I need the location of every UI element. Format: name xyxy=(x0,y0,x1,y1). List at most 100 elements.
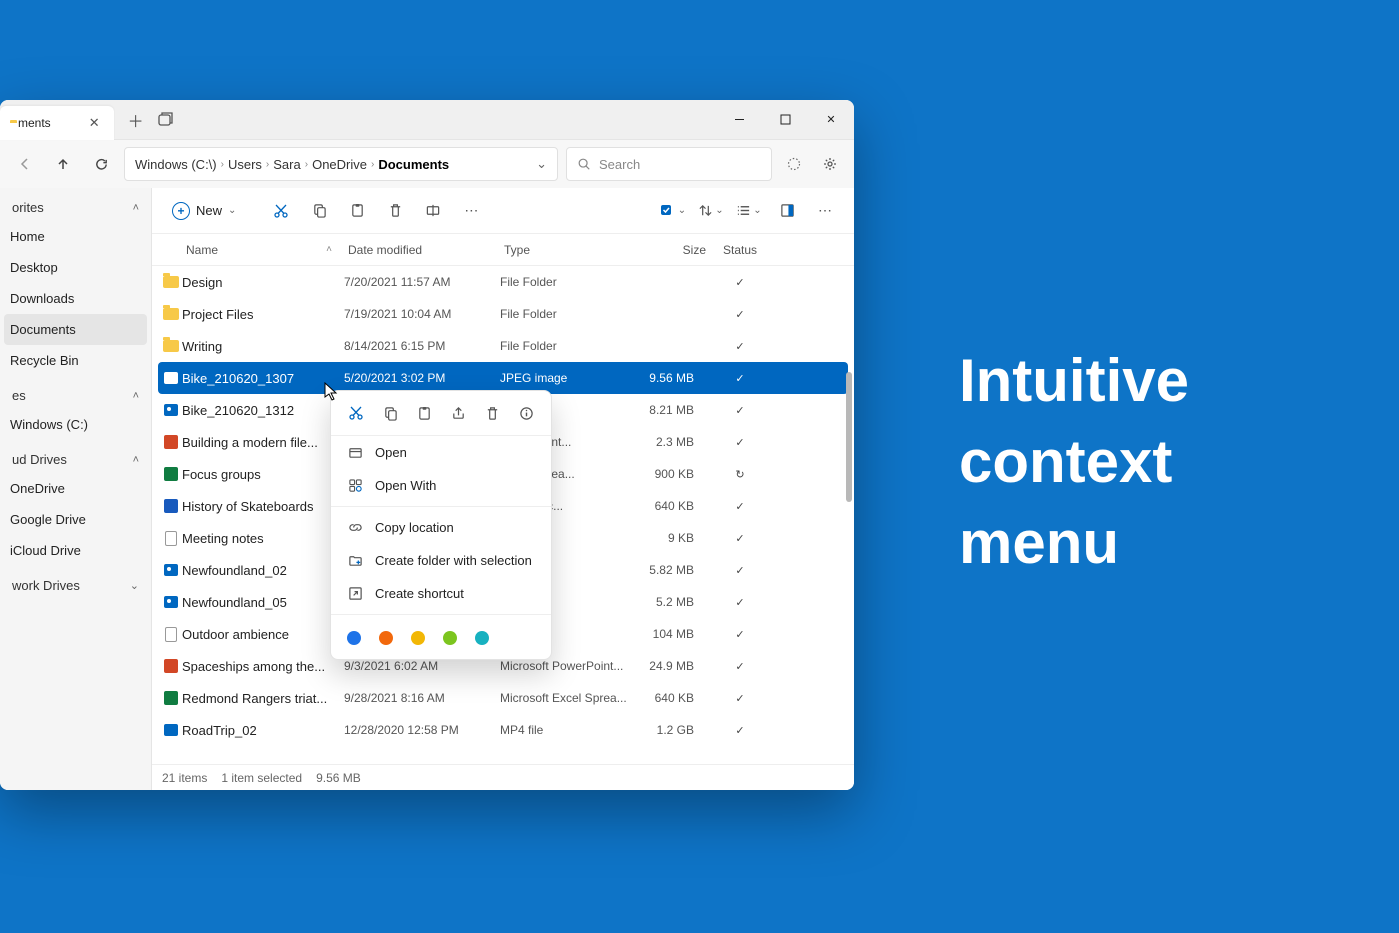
col-size[interactable]: Size xyxy=(630,243,710,257)
sidebar-item[interactable]: OneDrive xyxy=(0,473,151,504)
file-date: 8/14/2021 6:15 PM xyxy=(344,339,500,353)
chevron-down-icon[interactable]: ⌄ xyxy=(536,156,547,172)
col-date[interactable]: Date modified xyxy=(344,243,500,257)
copy-icon[interactable] xyxy=(376,401,404,425)
file-status: ✓ xyxy=(710,564,770,577)
file-size: 640 KB xyxy=(630,691,710,705)
status-size: 9.56 MB xyxy=(316,771,361,785)
tab-overview-icon[interactable] xyxy=(158,112,173,127)
file-date: 7/20/2021 11:57 AM xyxy=(344,275,500,289)
cut-button[interactable] xyxy=(264,194,298,228)
breadcrumb-seg[interactable]: OneDrive xyxy=(312,157,367,172)
file-name: Bike_210620_1307 xyxy=(182,371,344,386)
breadcrumb-seg[interactable]: Users xyxy=(228,157,262,172)
col-type[interactable]: Type xyxy=(500,243,630,257)
sidebar-group-header[interactable]: es˄ xyxy=(0,382,151,409)
file-type: MP4 file xyxy=(500,723,630,737)
breadcrumb[interactable]: Windows (C:\)› Users› Sara› OneDrive› Do… xyxy=(124,147,558,181)
col-status[interactable]: Status xyxy=(710,243,770,257)
new-button[interactable]: + New ⌄ xyxy=(164,198,244,224)
sidebar-item[interactable]: Windows (C:) xyxy=(0,409,151,440)
delete-icon[interactable] xyxy=(478,401,506,425)
breadcrumb-seg[interactable]: Sara xyxy=(273,157,300,172)
sidebar-item[interactable]: Google Drive xyxy=(0,504,151,535)
context-item[interactable]: Copy location xyxy=(331,511,551,544)
tab-documents[interactable]: ments ✕ xyxy=(0,106,114,140)
rename-button[interactable] xyxy=(416,194,450,228)
file-row[interactable]: Design7/20/2021 11:57 AMFile Folder✓ xyxy=(152,266,854,298)
file-date: 5/20/2021 3:02 PM xyxy=(344,371,500,385)
refresh-button[interactable] xyxy=(86,149,116,179)
separator xyxy=(331,614,551,615)
file-size: 24.9 MB xyxy=(630,659,710,673)
sort-button[interactable]: ⌄ xyxy=(694,194,728,228)
context-item[interactable]: Create folder with selection xyxy=(331,544,551,577)
delete-button[interactable] xyxy=(378,194,412,228)
sidebar-group-header[interactable]: work Drives⌄ xyxy=(0,572,151,599)
sync-icon[interactable] xyxy=(780,150,808,178)
view-button[interactable]: ⌄ xyxy=(732,194,766,228)
sidebar-item[interactable]: Documents xyxy=(4,314,147,345)
file-size: 9 KB xyxy=(630,531,710,545)
sidebar-group-header[interactable]: ud Drives˄ xyxy=(0,446,151,473)
context-item[interactable]: Open xyxy=(331,436,551,469)
cut-icon[interactable] xyxy=(342,401,370,425)
color-tag[interactable] xyxy=(443,631,457,645)
color-tag[interactable] xyxy=(411,631,425,645)
preview-pane-button[interactable] xyxy=(770,194,804,228)
file-type-icon xyxy=(160,659,182,673)
sidebar-item[interactable]: Desktop xyxy=(0,252,151,283)
color-tag[interactable] xyxy=(347,631,361,645)
copy-button[interactable] xyxy=(302,194,336,228)
overflow-button[interactable]: ⋯ xyxy=(808,194,842,228)
breadcrumb-seg-current[interactable]: Documents xyxy=(378,157,449,172)
select-mode-button[interactable]: ⌄ xyxy=(656,194,690,228)
file-type-icon xyxy=(160,564,182,576)
sidebar-item[interactable]: Home xyxy=(0,221,151,252)
info-icon[interactable] xyxy=(512,401,540,425)
settings-icon[interactable] xyxy=(816,150,844,178)
file-date: 9/3/2021 6:02 AM xyxy=(344,659,500,673)
file-name: Outdoor ambience xyxy=(182,627,344,642)
file-row[interactable]: Writing8/14/2021 6:15 PMFile Folder✓ xyxy=(152,330,854,362)
paste-icon[interactable] xyxy=(410,401,438,425)
color-tag[interactable] xyxy=(379,631,393,645)
maximize-button[interactable] xyxy=(762,100,808,140)
sidebar-group-header[interactable]: orites˄ xyxy=(0,194,151,221)
file-status: ✓ xyxy=(710,276,770,289)
sidebar-item[interactable]: iCloud Drive xyxy=(0,535,151,566)
file-type-icon xyxy=(160,691,182,705)
scrollbar[interactable] xyxy=(846,372,852,502)
color-tags xyxy=(331,619,551,657)
file-name: Bike_210620_1312 xyxy=(182,403,344,418)
breadcrumb-seg[interactable]: Windows (C:\) xyxy=(135,157,217,172)
paste-button[interactable] xyxy=(340,194,374,228)
sort-indicator-icon: ˄ xyxy=(326,244,332,255)
close-tab-icon[interactable]: ✕ xyxy=(89,115,100,131)
share-icon[interactable] xyxy=(444,401,472,425)
shortcut-icon xyxy=(347,586,363,601)
file-size: 900 KB xyxy=(630,467,710,481)
file-name: Focus groups xyxy=(182,467,344,482)
back-button[interactable] xyxy=(10,149,40,179)
search-input[interactable]: Search xyxy=(566,147,772,181)
file-type: Microsoft PowerPoint... xyxy=(500,659,630,673)
new-tab-button[interactable]: ＋ xyxy=(128,108,144,132)
file-row[interactable]: Project Files7/19/2021 10:04 AMFile Fold… xyxy=(152,298,854,330)
file-size: 2.3 MB xyxy=(630,435,710,449)
more-button[interactable]: ⋯ xyxy=(454,194,488,228)
context-item[interactable]: Create shortcut xyxy=(331,577,551,610)
close-window-button[interactable]: ✕ xyxy=(808,100,854,140)
openwith-icon xyxy=(347,478,363,493)
titlebar: ments ✕ ＋ ✕ xyxy=(0,100,854,140)
file-name: RoadTrip_02 xyxy=(182,723,344,738)
color-tag[interactable] xyxy=(475,631,489,645)
minimize-button[interactable] xyxy=(716,100,762,140)
context-item[interactable]: Open With xyxy=(331,469,551,502)
file-row[interactable]: RoadTrip_0212/28/2020 12:58 PMMP4 file1.… xyxy=(152,714,854,746)
sidebar-item[interactable]: Downloads xyxy=(0,283,151,314)
up-button[interactable] xyxy=(48,149,78,179)
file-row[interactable]: Redmond Rangers triat...9/28/2021 8:16 A… xyxy=(152,682,854,714)
sidebar-item[interactable]: Recycle Bin xyxy=(0,345,151,376)
col-name[interactable]: Name ˄ xyxy=(182,243,344,257)
